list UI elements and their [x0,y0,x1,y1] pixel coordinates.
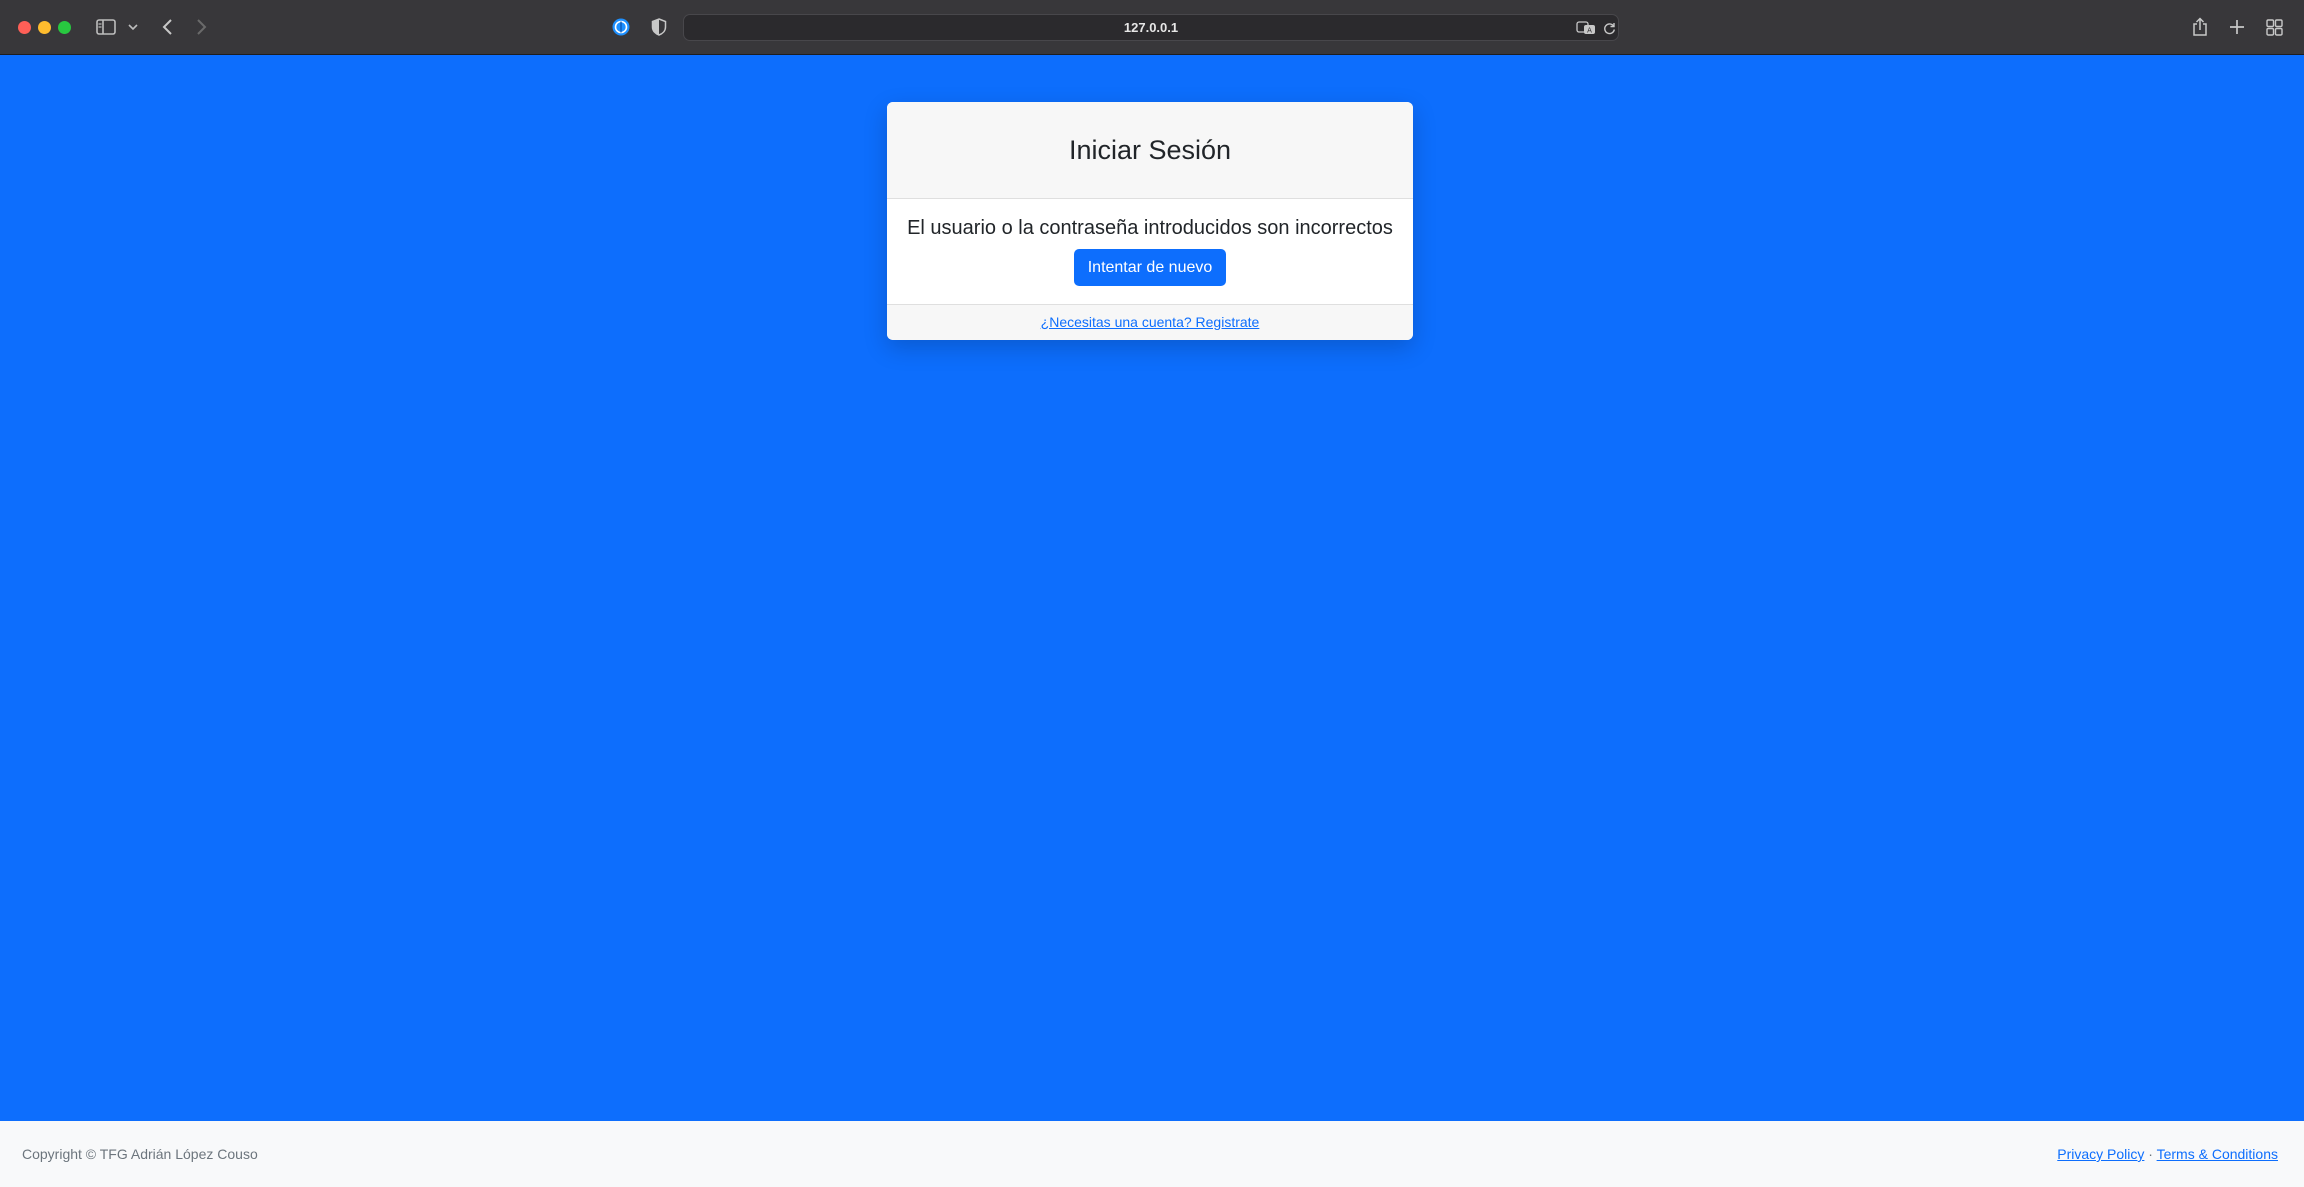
card-body: El usuario o la contraseña introducidos … [887,199,1413,304]
copyright-text: Copyright © TFG Adrián López Couso [22,1146,258,1162]
url-text: 127.0.0.1 [1123,20,1179,35]
sidebar-icon[interactable] [94,15,118,39]
forward-icon[interactable] [192,15,212,39]
browser-toolbar: 127.0.0.1 A [0,0,2304,55]
card-header: Iniciar Sesión [887,102,1413,199]
new-tab-icon[interactable] [2227,15,2247,39]
card-footer: ¿Necesitas una cuenta? Registrate [887,304,1413,340]
back-icon[interactable] [157,15,177,39]
login-card: Iniciar Sesión El usuario o la contraseñ… [887,102,1413,340]
footer-separator: · [2148,1146,2153,1162]
reload-icon[interactable] [1602,19,1616,37]
register-link[interactable]: ¿Necesitas una cuenta? Registrate [1041,314,1260,330]
share-icon[interactable] [2190,15,2210,39]
error-message: El usuario o la contraseña introducidos … [907,217,1393,239]
minimize-window-button[interactable] [38,21,51,34]
maximize-window-button[interactable] [58,21,71,34]
translate-icon[interactable]: A [1575,19,1597,37]
page-title: Iniciar Sesión [1068,134,1232,165]
svg-text:A: A [1587,27,1592,35]
terms-link[interactable]: Terms & Conditions [2157,1146,2278,1162]
page-footer: Copyright © TFG Adrián López Couso Priva… [0,1121,2304,1187]
chevron-down-icon[interactable] [126,15,140,39]
address-bar[interactable]: 127.0.0.1 A [683,14,1619,41]
browser-extension-icon[interactable] [611,15,631,39]
retry-button[interactable]: Intentar de nuevo [1074,249,1226,286]
tab-overview-icon[interactable] [2264,15,2284,39]
privacy-shield-icon[interactable] [649,15,669,39]
close-window-button[interactable] [18,21,31,34]
footer-links: Privacy Policy · Terms & Conditions [2057,1146,2278,1162]
privacy-policy-link[interactable]: Privacy Policy [2057,1146,2144,1162]
